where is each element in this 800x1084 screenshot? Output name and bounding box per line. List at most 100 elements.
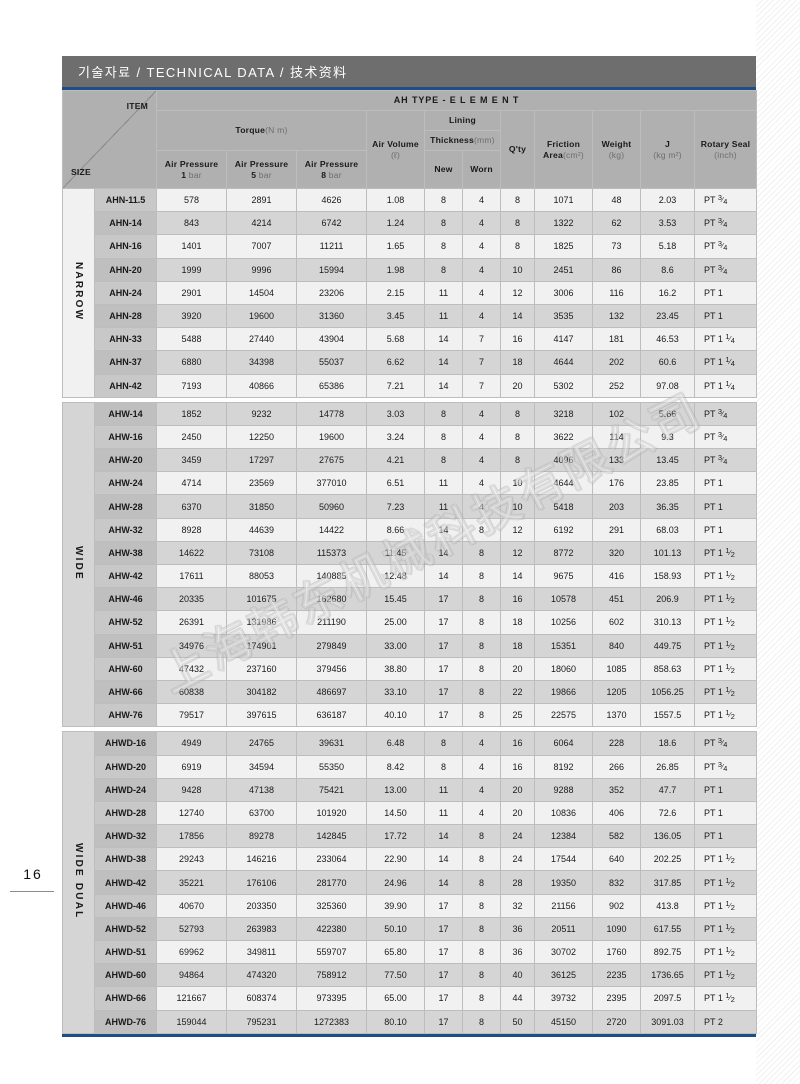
- cell-j: 449.75: [640, 633, 695, 658]
- cell-qty: 22: [500, 679, 535, 705]
- cell-qty: 18: [500, 350, 535, 375]
- cell-wt: 132: [592, 303, 641, 329]
- cell-qty: 14: [500, 303, 535, 329]
- cell-rotary-seal: PT 1: [693, 280, 758, 305]
- cell-j: 101.13: [640, 540, 695, 566]
- cell-j: 26.85: [640, 754, 695, 779]
- cell-worn: 8: [462, 587, 501, 612]
- row-size-cell: AHW-16: [94, 424, 157, 450]
- cell-qty: 20: [500, 373, 535, 398]
- cell-t8: 50960: [296, 494, 367, 519]
- table-row: AHWD-76 159044 795231 1272383 80.10 17 8 50 4515…: [63, 1009, 758, 1034]
- cell-worn: 8: [462, 963, 501, 988]
- cell-t8: 279849: [296, 633, 367, 658]
- cell-air: 77.50: [366, 963, 425, 988]
- cell-new: 17: [424, 610, 463, 635]
- cell-fa: 20511: [534, 916, 593, 942]
- cell-j: 5.66: [640, 401, 695, 426]
- cell-rotary-seal: PT 1 1⁄2: [693, 939, 758, 965]
- cell-t1: 159044: [156, 1009, 227, 1034]
- cell-t8: 211190: [296, 610, 367, 635]
- cell-worn: 7: [462, 350, 501, 375]
- cell-worn: 8: [462, 893, 501, 918]
- cell-fa: 9288: [534, 777, 593, 802]
- row-size-cell: AHW-24: [94, 471, 157, 496]
- cell-rotary-seal: PT 1 1⁄2: [693, 610, 758, 635]
- cell-t8: 377010: [296, 471, 367, 496]
- cell-wt: 416: [592, 563, 641, 589]
- cell-rotary-seal: PT 1 1⁄4: [693, 350, 758, 375]
- cell-t5: 27440: [226, 327, 297, 352]
- row-size-cell: AHW-51: [94, 633, 157, 658]
- cell-qty: 10: [500, 494, 535, 519]
- cell-t8: 486697: [296, 679, 367, 705]
- table-row: WIDE DUAL AHWD-16 4949 24765 39631 6.48 8 4 16 60…: [62, 731, 758, 1034]
- cell-worn: 7: [462, 373, 501, 398]
- cell-new: 11: [424, 471, 463, 496]
- cell-qty: 14: [500, 563, 535, 589]
- cell-worn: 8: [462, 563, 501, 589]
- cell-rotary-seal: PT 1: [693, 777, 758, 802]
- header-corner-item-size: ITEM SIZE: [62, 90, 157, 189]
- page-number-value: 16: [23, 866, 43, 882]
- cell-new: 14: [424, 847, 463, 872]
- row-size-cell: AHWD-66: [94, 986, 157, 1011]
- cell-wt: 840: [592, 633, 641, 658]
- cell-wt: 181: [592, 327, 641, 352]
- cell-j: 46.53: [640, 327, 695, 352]
- cell-t1: 6370: [156, 494, 227, 519]
- table-row: AHW-52 26391 131986 211190 25.00 17 8 18 10256 60…: [63, 610, 758, 635]
- header-j-label: J: [665, 138, 670, 149]
- cell-qty: 12: [500, 280, 535, 305]
- cell-qty: 8: [500, 187, 535, 213]
- cell-t1: 14622: [156, 540, 227, 566]
- cell-new: 17: [424, 656, 463, 681]
- cell-t8: 559707: [296, 939, 367, 965]
- table-row: AHN-28 3920 19600 31360 3.45 11 4 14 3535 132 23.4…: [63, 303, 758, 329]
- cell-rotary-seal: PT 1 1⁄2: [693, 986, 758, 1011]
- cell-t1: 34976: [156, 633, 227, 658]
- header-item-label: ITEM: [126, 101, 148, 111]
- group-label-wide-dual: WIDE DUAL: [62, 731, 95, 1034]
- cell-t5: 89278: [226, 824, 297, 849]
- cell-t5: 24765: [226, 731, 297, 756]
- cell-j: 5.18: [640, 234, 695, 259]
- cell-t1: 9428: [156, 777, 227, 802]
- cell-t8: 4626: [296, 187, 367, 213]
- cell-rotary-seal: PT 1: [693, 494, 758, 519]
- cell-rotary-seal: PT 3⁄4: [693, 401, 758, 426]
- cell-rotary-seal: PT 1 1⁄2: [693, 703, 758, 728]
- cell-new: 14: [424, 824, 463, 849]
- cell-wt: 406: [592, 800, 641, 826]
- cell-t1: 1999: [156, 257, 227, 282]
- row-size-cell: AHN-11.5: [94, 187, 157, 213]
- table-row: AHW-28 6370 31850 50960 7.23 11 4 10 5418 203 36.3…: [63, 494, 758, 519]
- table-row: AHWD-46 40670 203350 325360 39.90 17 8 32 21156 9…: [63, 893, 758, 918]
- header-air-pressure-5-value: 5: [251, 169, 257, 180]
- cell-qty: 32: [500, 893, 535, 918]
- cell-new: 8: [424, 401, 463, 426]
- table-row: AHWD-51 69962 349811 559707 65.80 17 8 36 30702 1…: [63, 939, 758, 965]
- cell-fa: 15351: [534, 633, 593, 658]
- cell-t1: 60838: [156, 679, 227, 705]
- cell-t8: 15994: [296, 257, 367, 282]
- cell-t8: 115373: [296, 540, 367, 566]
- cell-new: 8: [424, 754, 463, 779]
- cell-fa: 39732: [534, 986, 593, 1011]
- header-torque: Torque(N m): [156, 110, 367, 151]
- cell-j: 317.85: [640, 870, 695, 895]
- cell-rotary-seal: PT 3⁄4: [693, 187, 758, 213]
- cell-t1: 7193: [156, 373, 227, 398]
- cell-fa: 1322: [534, 211, 593, 236]
- cell-wt: 176: [592, 471, 641, 496]
- cell-new: 14: [424, 373, 463, 398]
- cell-new: 11: [424, 303, 463, 329]
- row-size-cell: AHWD-16: [94, 731, 157, 756]
- row-size-cell: AHN-20: [94, 257, 157, 282]
- cell-t5: 88053: [226, 563, 297, 589]
- cell-rotary-seal: PT 3⁄4: [693, 754, 758, 779]
- cell-worn: 4: [462, 731, 501, 756]
- group-label-text: NARROW: [73, 262, 84, 322]
- cell-t8: 55037: [296, 350, 367, 375]
- header-air-pressure-1: Air Pressure 1 bar: [156, 150, 227, 189]
